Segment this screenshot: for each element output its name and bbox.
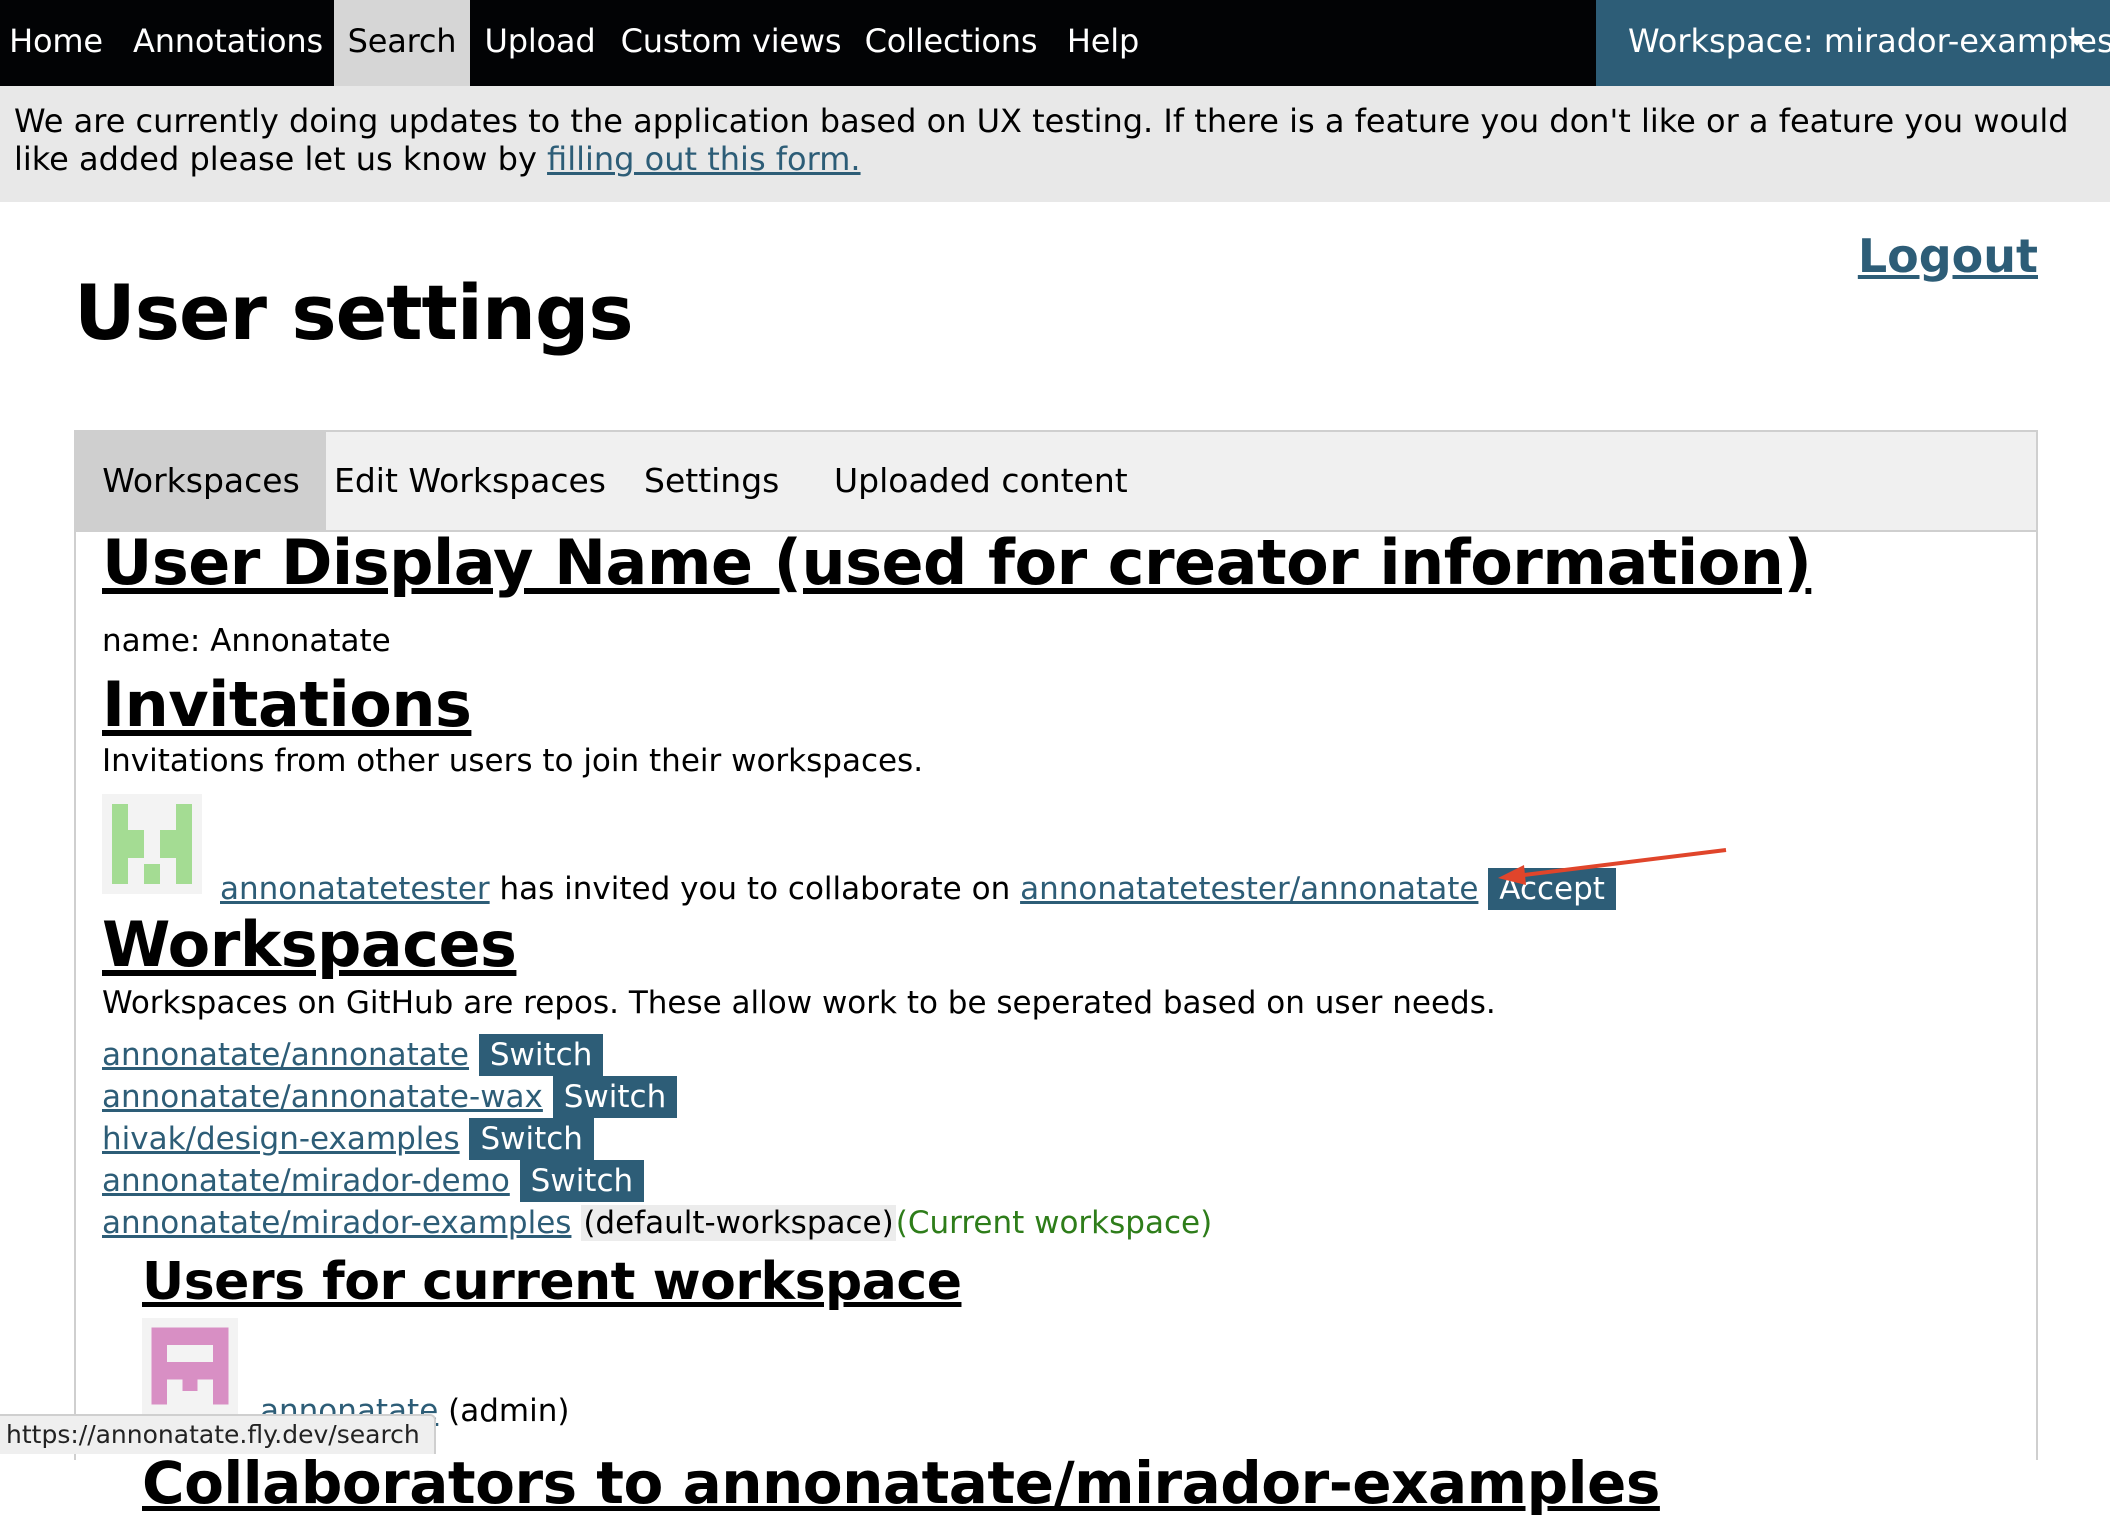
workspace-row: hivak/design-examples Switch [102,1118,594,1160]
inviter-avatar [102,794,202,894]
workspace-dropdown[interactable]: Workspace: mirador-examples [1596,0,2110,86]
nav-help[interactable]: Help [1058,0,1148,86]
annotation-arrow-icon [1498,848,1727,885]
switch-button[interactable]: Switch [552,1076,678,1118]
page-title: User settings [74,268,634,357]
switch-button[interactable]: Switch [478,1034,604,1076]
invitations-heading: Invitations [102,668,472,741]
ux-notice-banner: We are currently doing updates to the ap… [0,86,2110,202]
invitations-description: Invitations from other users to join the… [102,743,924,779]
tab-workspaces[interactable]: Workspaces [76,432,326,530]
workspace-row: annonatate/annonatate Switch [102,1034,604,1076]
users-heading: Users for current workspace [142,1252,962,1312]
tab-settings[interactable]: Settings [644,432,779,530]
identicon-green-icon [110,802,194,886]
nav-home[interactable]: Home [0,0,112,86]
workspace-row: annonatate/mirador-demo Switch [102,1160,645,1202]
workspace-link[interactable]: annonatate/annonatate-wax [102,1079,543,1115]
user-role: (admin) [438,1393,570,1429]
invited-repo-link[interactable]: annonatatetester/annonatate [1020,871,1478,907]
invitation-row: annonatatetester has invited you to coll… [220,868,1616,910]
display-name-heading: User Display Name (used for creator info… [102,526,1812,599]
workspace-row: annonatate/annonatate-wax Switch [102,1076,678,1118]
nav-collections[interactable]: Collections [860,0,1042,86]
top-navbar: Home Annotations Search Upload Custom vi… [0,0,2110,86]
workspace-link[interactable]: annonatate/mirador-demo [102,1163,510,1199]
current-workspace-row: annonatate/mirador-examples (default-wor… [102,1202,1212,1244]
logout-link[interactable]: Logout [1858,228,2038,284]
notice-text: We are currently doing updates to the ap… [14,102,2069,178]
default-workspace-tag: (default-workspace) [581,1205,896,1241]
nav-custom-views[interactable]: Custom views [620,0,842,86]
current-workspace-link[interactable]: annonatate/mirador-examples [102,1205,571,1241]
tab-bar: Workspaces Edit Workspaces Settings Uplo… [76,432,2036,532]
workspaces-description: Workspaces on GitHub are repos. These al… [102,985,1496,1021]
display-name-value: name: Annonatate [102,623,391,659]
switch-button[interactable]: Switch [469,1118,594,1160]
caret-down-icon [2068,36,2086,46]
invitation-text: has invited you to collaborate on [489,871,1021,907]
user-avatar [142,1318,238,1414]
workspace-dropdown-label: Workspace: mirador-examples [1628,22,2110,60]
tab-uploaded-content[interactable]: Uploaded content [834,432,1128,530]
tab-edit-workspaces[interactable]: Edit Workspaces [334,432,606,530]
nav-search[interactable]: Search [334,0,470,86]
feedback-form-link[interactable]: filling out this form. [547,140,861,178]
inviter-link[interactable]: annonatatetester [220,871,490,907]
nav-annotations[interactable]: Annotations [128,0,328,86]
collaborators-heading: Collaborators to annonatate/mirador-exam… [142,1449,1660,1517]
nav-upload[interactable]: Upload [476,0,604,86]
browser-status-bar: https://annonatate.fly.dev/search [0,1414,436,1454]
settings-panel: Workspaces Edit Workspaces Settings Uplo… [74,430,2038,1517]
switch-button[interactable]: Switch [519,1160,645,1202]
workspace-link[interactable]: hivak/design-examples [102,1121,460,1157]
workspace-link[interactable]: annonatate/annonatate [102,1037,469,1073]
current-workspace-label: (Current workspace) [895,1205,1213,1241]
workspaces-heading: Workspaces [102,908,517,981]
identicon-pink-icon [151,1327,229,1405]
